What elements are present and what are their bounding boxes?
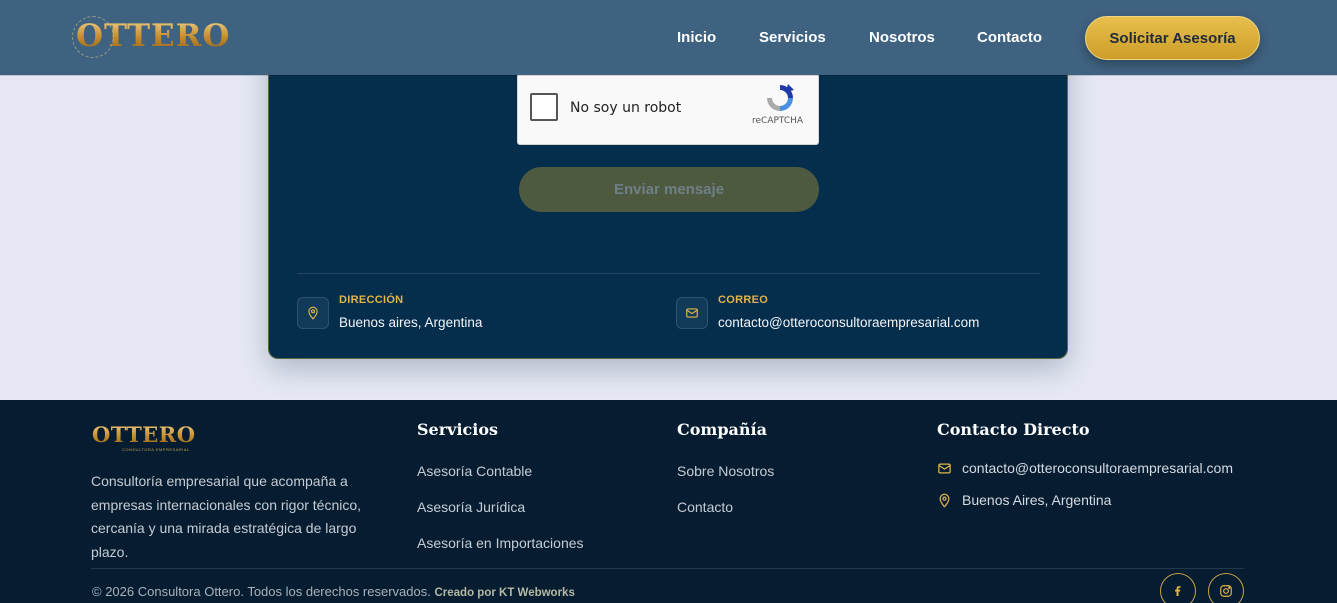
nav-servicios[interactable]: Servicios xyxy=(759,29,826,46)
mail-icon xyxy=(676,297,708,329)
footer-mail-icon xyxy=(938,463,951,473)
location-pin-icon xyxy=(297,297,329,329)
footer-logo[interactable]: OTTERO CONSULTORA EMPRESARIAL xyxy=(92,422,196,452)
footer-link-juridica[interactable]: Asesoría Jurídica xyxy=(417,499,525,515)
footer-location-pin-icon xyxy=(939,493,950,508)
card-divider xyxy=(297,273,1040,274)
footer-logo-tagline: CONSULTORA EMPRESARIAL xyxy=(122,447,190,452)
instagram-icon[interactable] xyxy=(1208,573,1244,603)
address-label: DIRECCIÓN xyxy=(339,294,404,306)
footer-compania-heading: Compañía xyxy=(677,420,767,439)
recaptcha-widget: No soy un robot reCAPTCHA xyxy=(517,73,819,145)
site-footer: OTTERO CONSULTORA EMPRESARIAL Consultorí… xyxy=(0,400,1337,603)
footer-link-contacto[interactable]: Contacto xyxy=(677,499,733,515)
footer-email: contacto@otteroconsultoraempresarial.com xyxy=(962,460,1234,476)
footer-divider xyxy=(91,568,1244,569)
footer-email-row[interactable]: contacto@otteroconsultoraempresarial.com xyxy=(937,460,1233,476)
recaptcha-brand: reCAPTCHA xyxy=(752,116,804,126)
send-message-button[interactable]: Enviar mensaje xyxy=(519,167,819,212)
footer-link-sobre-nosotros[interactable]: Sobre Nosotros xyxy=(677,463,774,479)
footer-credit-link[interactable]: Creado por KT Webworks xyxy=(434,587,574,599)
footer-copyright: © 2026 Consultora Ottero. Todos los dere… xyxy=(92,584,431,599)
footer-link-importaciones[interactable]: Asesoría en Importaciones xyxy=(417,535,584,551)
nav-inicio[interactable]: Inicio xyxy=(677,29,716,46)
recaptcha-label: No soy un robot xyxy=(570,100,682,116)
footer-logo-wordmark: OTTERO xyxy=(92,422,196,447)
footer-location: Buenos Aires, Argentina xyxy=(962,492,1112,508)
footer-servicios-heading: Servicios xyxy=(417,420,499,439)
footer-description: Consultoría empresarial que acompaña a e… xyxy=(91,473,362,560)
nav-nosotros[interactable]: Nosotros xyxy=(869,29,935,46)
recaptcha-checkbox[interactable] xyxy=(530,93,558,121)
email-label: CORREO xyxy=(718,294,769,306)
logo-ring-icon xyxy=(72,16,114,58)
site-logo[interactable]: OTTERO xyxy=(72,16,230,58)
footer-location-row: Buenos Aires, Argentina xyxy=(937,492,1111,508)
nav-contacto[interactable]: Contacto xyxy=(977,29,1042,46)
footer-copyright-line: © 2026 Consultora Ottero. Todos los dere… xyxy=(92,584,575,599)
recaptcha-logo-icon xyxy=(767,84,794,111)
site-header: OTTERO Inicio Servicios Nosotros Contact… xyxy=(0,0,1337,75)
footer-link-contable[interactable]: Asesoría Contable xyxy=(417,463,532,479)
request-consultation-button[interactable]: Solicitar Asesoría xyxy=(1085,16,1260,60)
email-value[interactable]: contacto@otteroconsultoraempresarial.com xyxy=(718,315,979,330)
footer-contacto-heading: Contacto Directo xyxy=(937,420,1090,439)
facebook-icon[interactable] xyxy=(1160,573,1196,603)
address-value: Buenos aires, Argentina xyxy=(339,315,483,330)
